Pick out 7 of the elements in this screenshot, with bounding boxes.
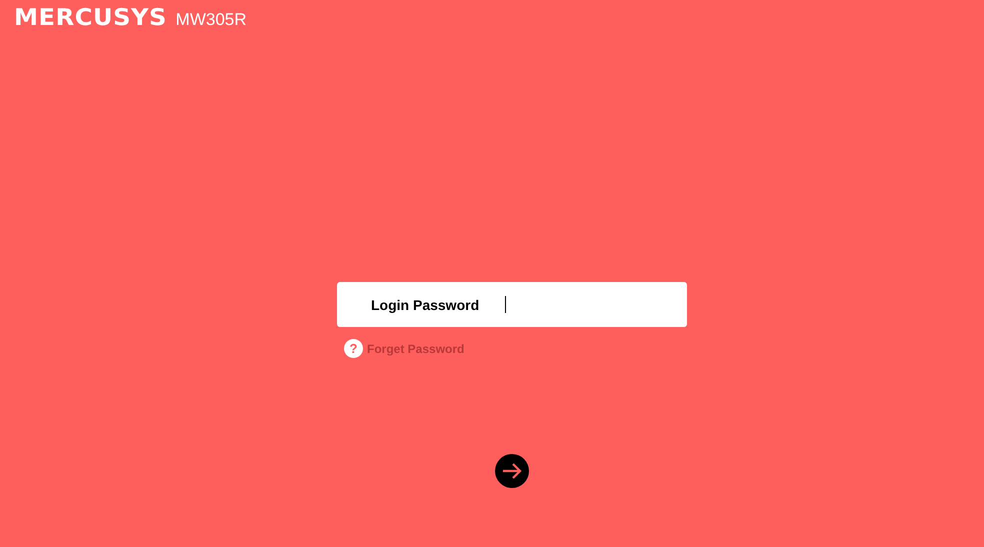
brand-logo: MERCUSYS (14, 5, 167, 31)
login-button[interactable] (495, 454, 529, 488)
model-name: MW305R (176, 10, 247, 30)
help-icon: ? (344, 339, 363, 358)
arrow-right-icon (502, 463, 522, 479)
forget-password-link[interactable]: Forget Password (367, 342, 464, 356)
field-label: Login Password (371, 296, 480, 312)
